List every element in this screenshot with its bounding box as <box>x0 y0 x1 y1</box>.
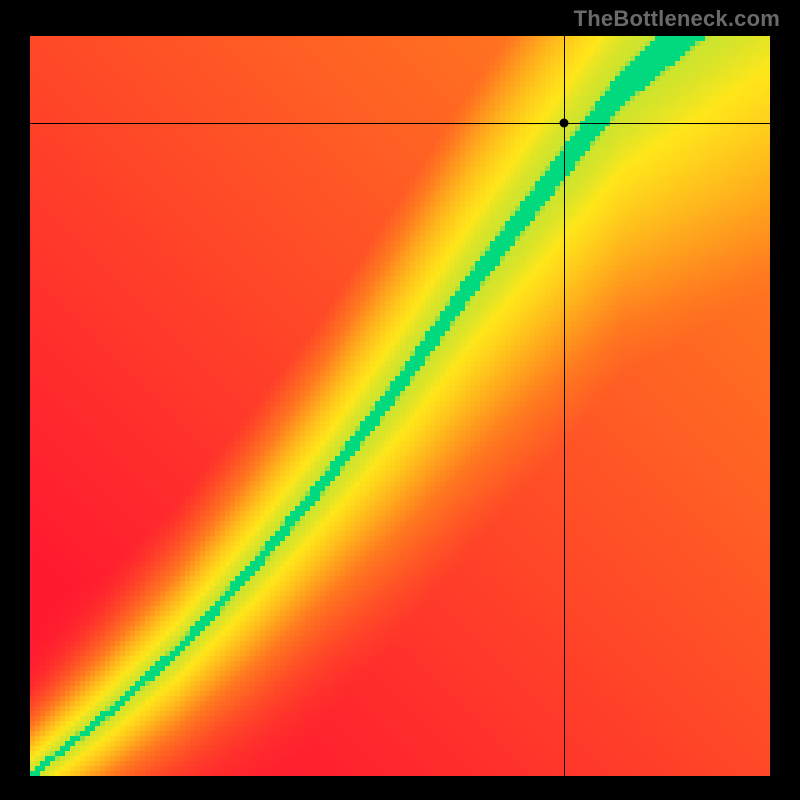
marker-dot <box>560 119 569 128</box>
heatmap-canvas <box>30 36 770 776</box>
heatmap-plot <box>30 36 770 776</box>
crosshair-horizontal <box>30 123 770 124</box>
attribution-text: TheBottleneck.com <box>574 6 780 32</box>
chart-frame: TheBottleneck.com <box>0 0 800 800</box>
crosshair-vertical <box>564 36 565 776</box>
